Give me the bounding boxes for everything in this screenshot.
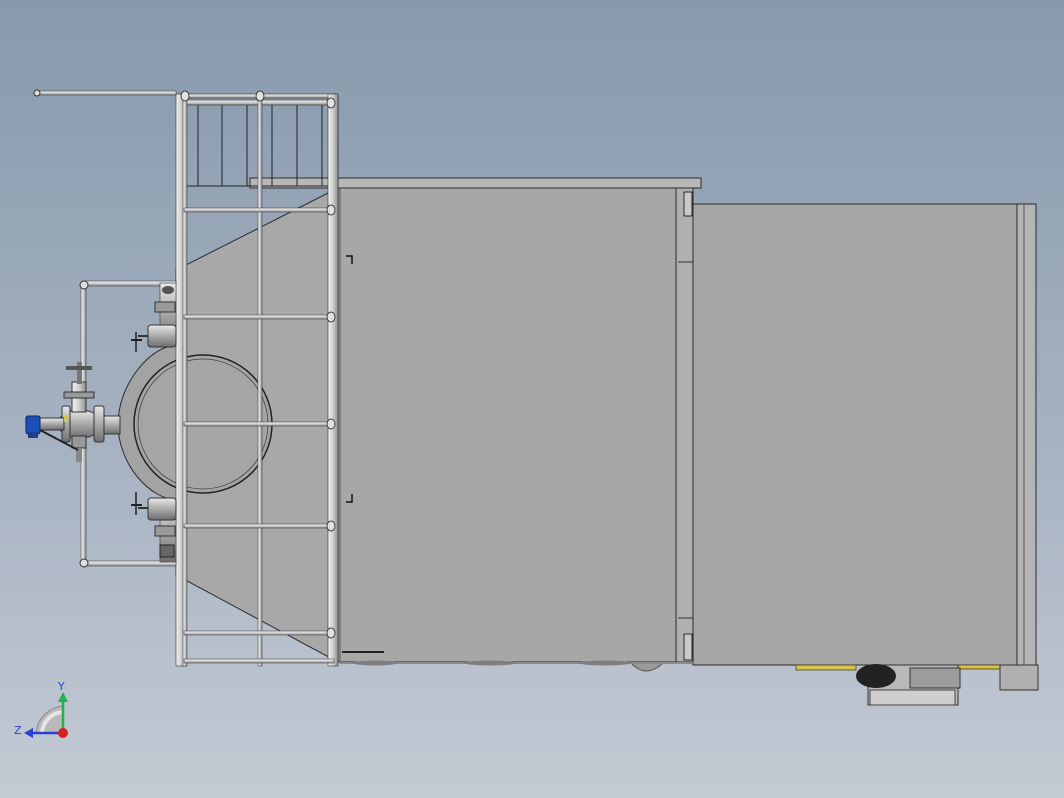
lower-valve-cluster <box>131 492 177 563</box>
coordinate-triad: Y Z <box>14 680 68 738</box>
upper-valve-cluster <box>131 282 177 352</box>
main-inlet-valve <box>25 362 121 462</box>
cad-viewport[interactable]: Y Z <box>0 0 1064 798</box>
triad-y-label: Y <box>57 680 65 693</box>
bottom-details <box>340 660 1039 706</box>
cad-drawing: Y Z <box>14 89 1039 738</box>
rear-enclosure <box>675 187 1037 666</box>
triad-z-label: Z <box>14 724 22 737</box>
x-axis-dot <box>58 728 68 738</box>
